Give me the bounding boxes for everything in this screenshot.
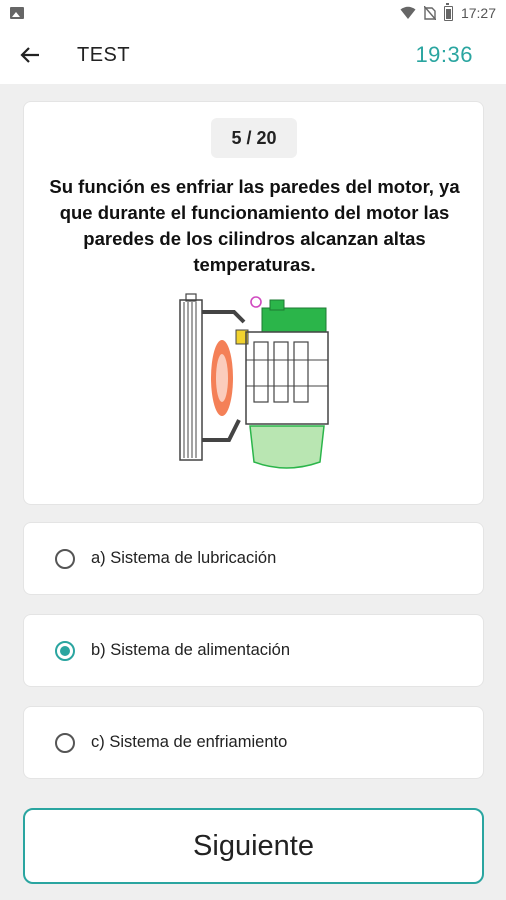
no-sim-icon (423, 6, 436, 20)
status-time: 17:27 (460, 5, 496, 21)
battery-icon (443, 2, 453, 21)
radio-button-a[interactable] (55, 548, 75, 569)
wifi-icon (400, 6, 416, 19)
question-text: Su función es enfriar las paredes del mo… (49, 176, 460, 275)
answer-option-label: b) Sistema de alimentación (91, 641, 291, 659)
arrow-left-icon (20, 47, 39, 63)
question-card: 5 / 20 Su función es enfriar las paredes… (23, 101, 484, 505)
answer-option-a[interactable]: a) Sistema de lubricación (23, 522, 484, 595)
answer-option-b[interactable]: b) Sistema de alimentación (23, 614, 484, 687)
image-notification-icon (10, 7, 24, 19)
answer-option-label: c) Sistema de enfriamiento (91, 733, 288, 751)
answer-option-label: a) Sistema de lubricación (91, 549, 277, 567)
status-bar: 17:27 (0, 0, 506, 26)
answer-option-c[interactable]: c) Sistema de enfriamiento (23, 706, 484, 779)
countdown-timer: 19:36 (415, 42, 473, 67)
radio-button-b[interactable] (55, 640, 75, 661)
app-bar: TEST 19:36 (0, 26, 506, 84)
engine-cooling-system-image (179, 293, 329, 469)
back-button[interactable] (0, 26, 60, 84)
radio-button-c[interactable] (55, 732, 75, 753)
page-title: TEST (77, 43, 131, 66)
next-button[interactable]: Siguiente (23, 808, 484, 884)
question-counter: 5 / 20 (211, 118, 297, 158)
